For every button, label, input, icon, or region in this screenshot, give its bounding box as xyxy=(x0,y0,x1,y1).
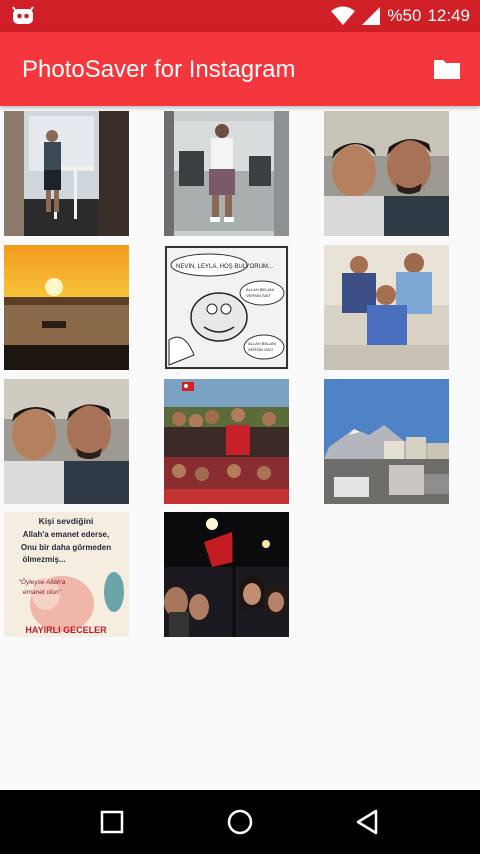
photo-friends-collage[interactable] xyxy=(164,379,289,504)
battery-text: %50 xyxy=(387,6,422,25)
home-icon[interactable] xyxy=(224,806,256,838)
photo-comic-strip[interactable]: NEVİN, LEYLA, HOŞ BULYORUM... ALLAH BELA… xyxy=(164,245,289,370)
svg-text:ALLAH BELANI: ALLAH BELANI xyxy=(248,341,276,346)
comic-text-1: NEVİN, LEYLA, HOŞ BULYORUM... xyxy=(176,263,273,270)
photo-quote-card[interactable]: Kişi sevdiğini Allah'a emanet ederse, On… xyxy=(4,512,129,637)
quote-line-4: ölmezmiş... xyxy=(22,555,65,564)
quote-line-5: "Öyleyse Allah'a xyxy=(19,578,66,586)
cyanogen-icon xyxy=(12,6,34,24)
photo-two-men-selfie[interactable] xyxy=(324,111,449,236)
photo-night-collage[interactable] xyxy=(164,512,289,637)
quote-line-6: emanet olun" xyxy=(23,589,62,596)
navigation-bar xyxy=(0,790,480,854)
photo-sunset-sea[interactable] xyxy=(4,245,129,370)
recents-icon[interactable] xyxy=(96,806,128,838)
wifi-icon xyxy=(331,6,356,25)
quote-line-3: Onu bir daha görmeden xyxy=(21,543,111,552)
app-bar: PhotoSaver for Instagram xyxy=(0,32,480,106)
signal-icon xyxy=(362,7,381,25)
photo-man-balcony[interactable] xyxy=(4,111,129,236)
svg-text:VERSİN GAIT: VERSİN GAIT xyxy=(248,347,274,352)
folder-icon[interactable] xyxy=(432,54,462,84)
quote-footer: HAYIRLI GECELER xyxy=(25,625,107,635)
quote-line-1: Kişi sevdiğini xyxy=(39,516,94,526)
photo-three-men-group[interactable] xyxy=(324,245,449,370)
photo-gym-mirror-selfie[interactable] xyxy=(164,111,289,236)
photo-grid: NEVİN, LEYLA, HOŞ BULYORUM... ALLAH BELA… xyxy=(0,106,480,790)
clock: 12:49 xyxy=(427,6,470,25)
quote-line-2: Allah'a emanet ederse, xyxy=(23,530,109,539)
status-bar: %50 12:49 xyxy=(0,0,480,32)
comic-text-2: ALLAH BELANI xyxy=(246,287,274,292)
photo-mountain-street[interactable] xyxy=(324,379,449,504)
back-icon[interactable] xyxy=(352,806,384,838)
comic-text-2b: VERSİN SAİT xyxy=(246,293,271,298)
photo-two-men-selfie-2[interactable] xyxy=(4,379,129,504)
app-title: PhotoSaver for Instagram xyxy=(22,56,296,83)
